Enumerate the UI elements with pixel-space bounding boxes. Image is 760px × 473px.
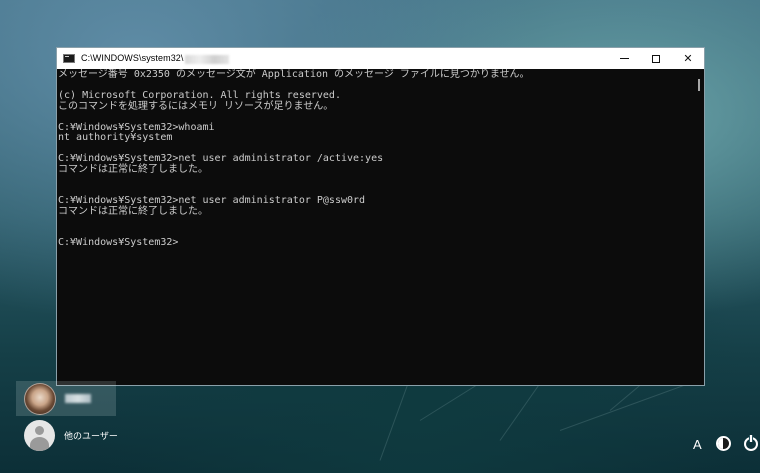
user-head-shape <box>35 426 44 435</box>
title-bar[interactable]: C:\WINDOWS\system32\ ✕ <box>57 48 704 69</box>
window-controls: ✕ <box>608 48 704 69</box>
console-output[interactable]: メッセージ番号 0x2350 のメッセージ文が Application のメッセ… <box>57 69 695 385</box>
other-user-label: 他のユーザー <box>64 432 118 442</box>
scrollbar-thumb[interactable] <box>698 79 700 91</box>
console-line: (c) Microsoft Corporation. All rights re… <box>58 90 341 101</box>
console-line: nt authority¥system <box>58 132 173 143</box>
user-tile-selected[interactable] <box>16 381 116 416</box>
wallpaper-stroke <box>559 378 702 431</box>
redacted-user-name <box>65 394 91 403</box>
generic-user-icon <box>24 420 55 451</box>
console-line: C:¥Windows¥System32> <box>58 237 179 248</box>
close-icon: ✕ <box>683 52 693 65</box>
console-line: コマンドは正常に終了しました。 <box>58 163 208 175</box>
minimize-button[interactable] <box>608 48 640 69</box>
redacted-title-blur <box>184 54 229 64</box>
console-line: C:¥Windows¥System32>net user administrat… <box>58 153 384 164</box>
ime-mode-indicator[interactable]: A <box>693 437 702 452</box>
console-app-icon <box>63 54 75 63</box>
power-icon[interactable] <box>744 435 758 451</box>
maximize-button[interactable] <box>640 48 672 69</box>
command-prompt-window[interactable]: C:\WINDOWS\system32\ ✕ メッセージ番号 0x2350 のメ… <box>56 47 705 386</box>
user-body-shape <box>30 437 49 451</box>
close-button[interactable]: ✕ <box>672 48 704 69</box>
console-line: メッセージ番号 0x2350 のメッセージ文が Application のメッセ… <box>58 69 530 80</box>
avatar <box>24 382 56 415</box>
maximize-icon <box>652 54 660 63</box>
console-line: コマンドは正常に終了しました。 <box>58 205 208 217</box>
window-title: C:\WINDOWS\system32\ <box>81 53 229 64</box>
console-line: C:¥Windows¥System32>net user administrat… <box>58 195 366 206</box>
vertical-scrollbar[interactable] <box>694 69 704 385</box>
minimize-icon <box>619 58 629 59</box>
other-user-tile[interactable]: 他のユーザー <box>24 420 118 451</box>
ease-of-access-icon[interactable] <box>716 436 731 451</box>
console-line: このコマンドを処理するにはメモリ リソースが足りません。 <box>58 100 334 112</box>
